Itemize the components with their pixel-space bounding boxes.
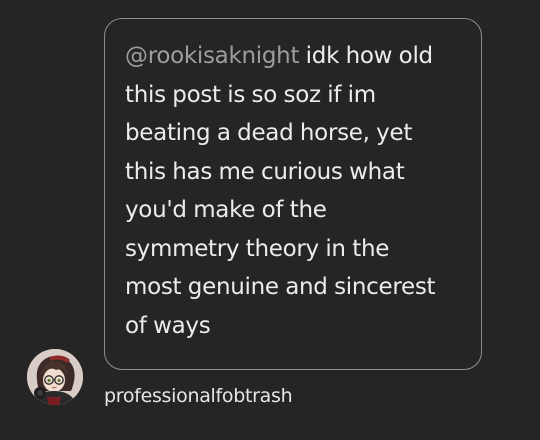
ask-line: you'd make of the [125, 197, 327, 223]
ask-line: this has me curious what [125, 158, 405, 185]
ask-bubble: @rookisaknight idk how old this post is s… [104, 18, 482, 370]
mention-link[interactable]: @rookisaknight [125, 43, 299, 69]
ask-line: symmetry theory in the [125, 235, 390, 262]
ask-line: this post is so soz if im [125, 81, 376, 108]
ask-message: @rookisaknight idk how old this post is s… [125, 37, 467, 345]
ask-line: most genuine and sincerest [125, 274, 436, 300]
username[interactable]: professionalfobtrash [104, 384, 293, 408]
avatar-illustration-icon [27, 349, 83, 405]
ask-line: of ways [125, 312, 211, 339]
avatar[interactable] [27, 349, 83, 405]
ask-line: beating a dead horse, yet [125, 120, 413, 146]
ask-line: idk how old [299, 43, 433, 69]
